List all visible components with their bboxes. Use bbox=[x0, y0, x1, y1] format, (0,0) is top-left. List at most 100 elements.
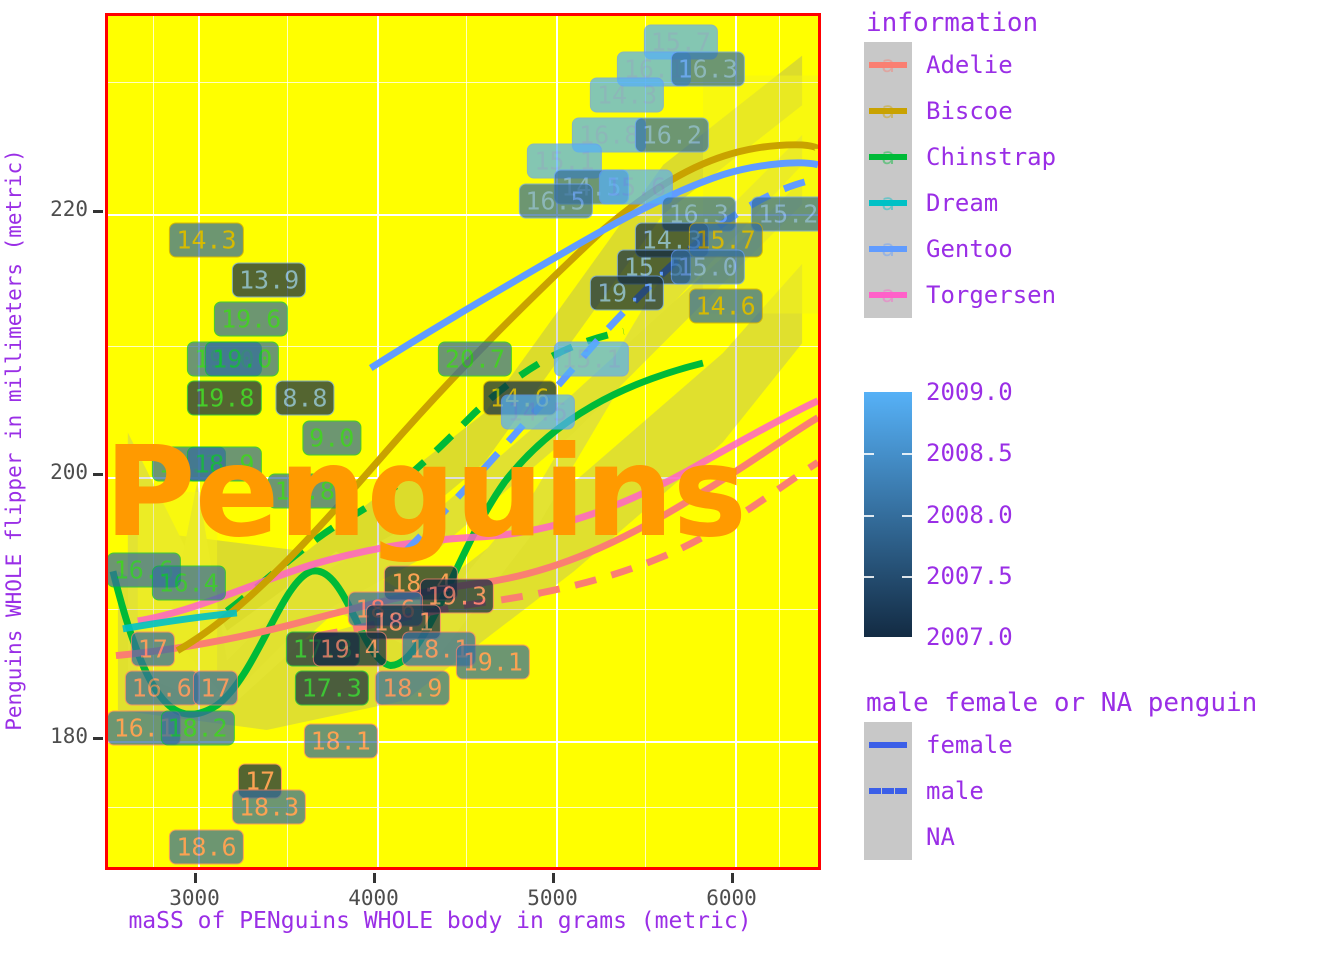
colorbar-tick-label: 2007.0 bbox=[926, 623, 1013, 651]
x-tick-label: 6000 bbox=[706, 886, 757, 910]
legend-item-label: Gentoo bbox=[926, 235, 1013, 263]
legend-key-line bbox=[869, 246, 907, 252]
legend-key: a bbox=[864, 272, 912, 318]
species-legend: information aAdelieaBiscoeaChinstrapaDre… bbox=[864, 8, 1056, 318]
data-label: 16.4 bbox=[151, 565, 226, 601]
x-axis-label: maSS of PENguins WHOLE body in grams (me… bbox=[128, 908, 752, 934]
legend-key-line bbox=[869, 62, 907, 68]
colorbar-tick-label: 2009.0 bbox=[926, 378, 1013, 406]
y-tick-mark bbox=[93, 209, 103, 213]
y-tick-mark bbox=[93, 473, 103, 477]
legend-key: a bbox=[864, 226, 912, 272]
x-tick-label: 3000 bbox=[169, 886, 220, 910]
y-tick-label: 220 bbox=[50, 196, 88, 221]
legend-key: a bbox=[864, 134, 912, 180]
data-label: 18.1 bbox=[303, 723, 378, 759]
data-label: 16.3 bbox=[670, 51, 745, 87]
data-label: 20.7 bbox=[437, 341, 513, 377]
data-label: 19.1 bbox=[455, 644, 530, 680]
legend-item-dream[interactable]: a Dream bbox=[864, 180, 1056, 226]
colorbar-tick-labels: 2009.0 2008.5 2008.0 2007.5 2007.0 bbox=[926, 378, 1126, 651]
linetype-item-label: male bbox=[926, 777, 984, 805]
legend-item-torgersen[interactable]: a Torgersen bbox=[864, 272, 1056, 318]
data-label: 18.9 bbox=[375, 670, 450, 706]
data-label: 14.5 bbox=[500, 394, 575, 430]
colorbar-tick bbox=[902, 514, 912, 517]
linetype-item-na[interactable]: NA bbox=[864, 814, 1257, 860]
legend-key-line bbox=[869, 108, 907, 114]
data-label: 19.6 bbox=[214, 301, 289, 337]
colorbar-tick-label: 2008.5 bbox=[926, 439, 1013, 468]
x-tick-mark bbox=[730, 873, 734, 883]
linetype-legend-title: male female or NA penguin bbox=[866, 688, 1258, 718]
linetype-key-line bbox=[869, 788, 907, 794]
linetype-key bbox=[864, 722, 912, 768]
data-label: 18.3 bbox=[231, 789, 307, 825]
data-label: 8.8 bbox=[275, 380, 335, 416]
data-label: 19.1 bbox=[589, 275, 665, 311]
legend-key-line bbox=[869, 292, 907, 298]
data-label: 16.5 bbox=[518, 183, 593, 219]
linetype-key bbox=[864, 814, 912, 860]
linetype-item-label: female bbox=[926, 731, 1013, 759]
legend-key-line bbox=[869, 200, 907, 206]
data-label: 19.0 bbox=[205, 341, 280, 377]
y-tick-label: 180 bbox=[50, 724, 88, 749]
data-label: 14.3 bbox=[589, 77, 665, 113]
data-label: 19.8 bbox=[187, 380, 262, 416]
data-label: 18.9 bbox=[187, 446, 262, 482]
data-label: 15.0 bbox=[670, 249, 745, 284]
y-tick-label: 200 bbox=[50, 460, 88, 485]
legend-item-biscoe[interactable]: a Biscoe bbox=[864, 88, 1056, 134]
legend-item-label: Chinstrap bbox=[926, 143, 1057, 171]
colorbar-tick bbox=[902, 575, 912, 578]
data-label: 16.6 bbox=[124, 670, 199, 706]
legend-item-label: Adelie bbox=[926, 51, 1013, 79]
data-label: 17 bbox=[193, 670, 238, 706]
data-label: 13.9 bbox=[231, 262, 307, 298]
data-label: 19.4 bbox=[312, 631, 387, 667]
plot-panel[interactable]: 15.716.116.314.316.816.215.114.515.616.5… bbox=[105, 13, 821, 870]
x-tick-label: 5000 bbox=[527, 886, 578, 910]
species-legend-title: information bbox=[866, 8, 1039, 38]
linetype-item-female[interactable]: female bbox=[864, 722, 1257, 768]
year-colorbar-legend: 2009.0 2008.5 2008.0 2007.5 2007.0 bbox=[864, 378, 1126, 651]
linetype-key-line bbox=[869, 742, 907, 748]
colorbar-tick bbox=[864, 637, 874, 639]
colorbar-tick bbox=[902, 637, 912, 639]
data-label: 14.3 bbox=[169, 222, 244, 258]
data-label: 15.1 bbox=[554, 341, 629, 377]
data-label: 18.2 bbox=[160, 710, 235, 746]
legend-item-label: Torgersen bbox=[926, 281, 1057, 309]
data-label: 18.8 bbox=[267, 473, 342, 509]
legend-item-gentoo[interactable]: a Gentoo bbox=[864, 226, 1056, 272]
linetype-item-label: NA bbox=[926, 823, 955, 851]
data-label: 16.2 bbox=[634, 117, 709, 153]
x-tick-label: 4000 bbox=[348, 886, 399, 910]
data-label: 9.0 bbox=[302, 420, 362, 456]
data-label: 18.6 bbox=[169, 829, 244, 865]
legend-key: a bbox=[864, 42, 912, 88]
legend-key-line bbox=[869, 154, 907, 160]
colorbar-tick-label: 2007.5 bbox=[926, 561, 1013, 590]
linetype-item-male[interactable]: male bbox=[864, 768, 1257, 814]
legend-key: a bbox=[864, 88, 912, 134]
legend-item-adelie[interactable]: a Adelie bbox=[864, 42, 1056, 88]
legend-item-chinstrap[interactable]: a Chinstrap bbox=[864, 134, 1056, 180]
legend-key: a bbox=[864, 180, 912, 226]
plot-panel-wrapper: 15.716.116.314.316.816.215.114.515.616.5… bbox=[105, 13, 821, 870]
colorbar-tick-label: 2008.0 bbox=[926, 500, 1013, 529]
legend-area: information aAdelieaBiscoeaChinstrapaDre… bbox=[864, 0, 1344, 960]
linetype-key bbox=[864, 768, 912, 814]
y-axis-label: Penguins WHOLE flipper in millimeters (m… bbox=[2, 149, 26, 731]
colorbar-tick bbox=[902, 453, 912, 456]
x-tick-mark bbox=[193, 873, 197, 883]
linetype-legend: male female or NA penguin female male NA bbox=[864, 688, 1257, 860]
colorbar-gradient[interactable] bbox=[864, 392, 912, 639]
data-label: 17.3 bbox=[294, 670, 369, 706]
colorbar-tick bbox=[864, 575, 874, 578]
x-tick-mark bbox=[551, 873, 555, 883]
colorbar-tick bbox=[864, 453, 874, 456]
data-label: 14.6 bbox=[688, 288, 763, 324]
x-tick-mark bbox=[372, 873, 376, 883]
